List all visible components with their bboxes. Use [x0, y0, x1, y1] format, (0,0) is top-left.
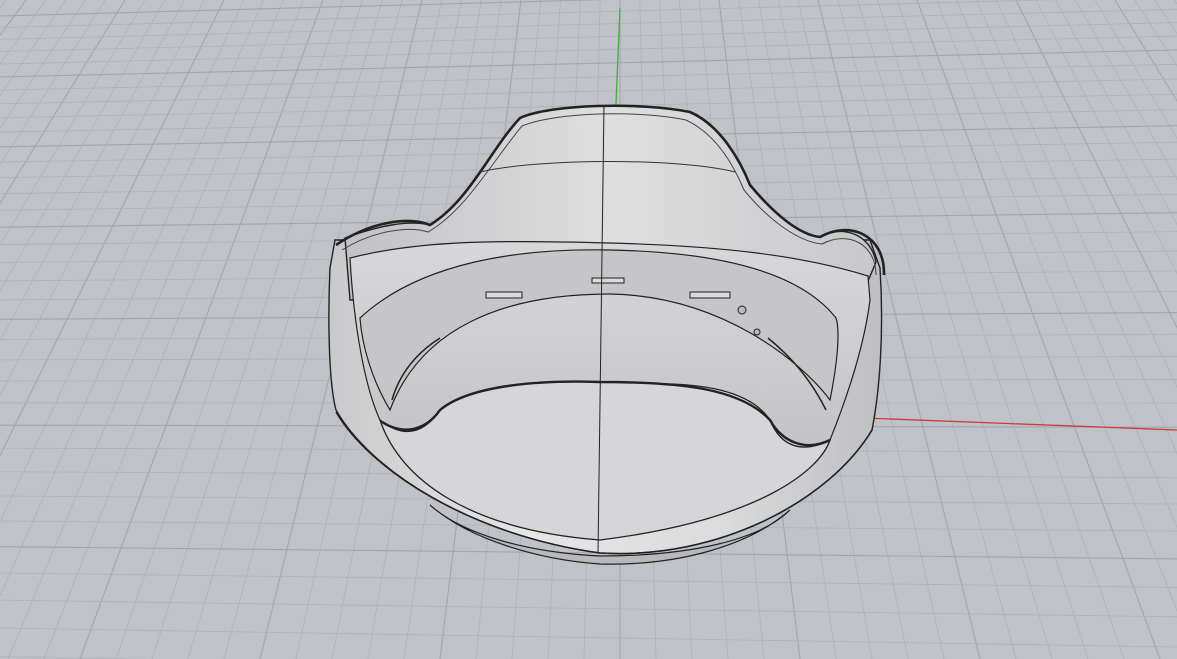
bayonet-lug-right — [689, 291, 731, 299]
3d-viewport[interactable] — [0, 0, 1177, 659]
bayonet-detent — [753, 328, 761, 336]
bayonet-lock-pin — [737, 305, 747, 315]
viewport-canvas[interactable] — [0, 0, 1177, 659]
bayonet-lug-left — [485, 291, 523, 299]
bayonet-lug-top — [591, 277, 625, 284]
